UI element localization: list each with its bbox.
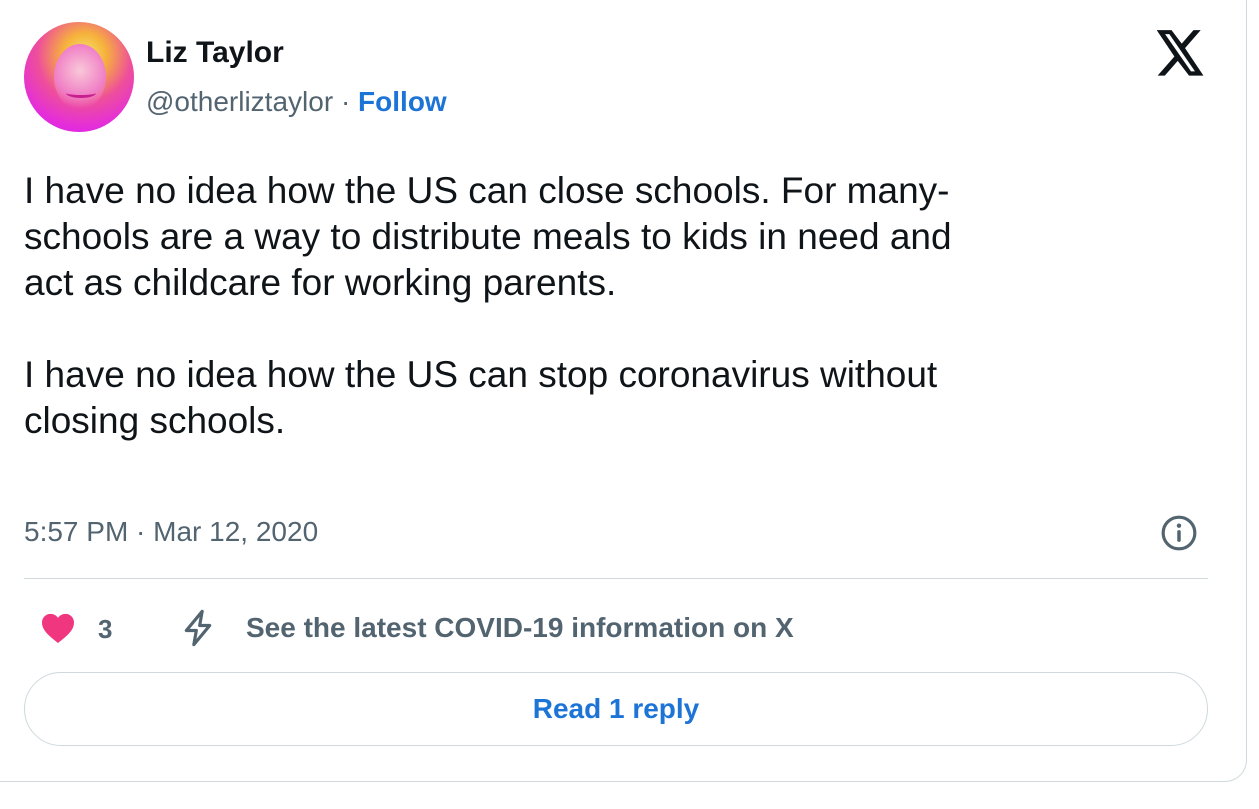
lightning-bolt-icon[interactable] — [178, 608, 218, 648]
x-logo-icon[interactable] — [1154, 30, 1206, 78]
follow-button[interactable]: Follow — [358, 86, 447, 117]
handle-separator: · — [340, 86, 351, 117]
author-handle[interactable]: @otherliztaylor — [146, 86, 333, 117]
like-count[interactable]: 3 — [98, 614, 112, 645]
tweet-timestamp[interactable]: 5:57 PM · Mar 12, 2020 — [24, 516, 318, 548]
info-icon[interactable] — [1160, 514, 1198, 552]
read-replies-button[interactable]: Read 1 reply — [24, 672, 1208, 746]
divider — [24, 578, 1208, 579]
covid-info-link[interactable]: See the latest COVID-19 information on X — [246, 612, 794, 644]
heart-icon[interactable] — [40, 612, 76, 644]
avatar-face — [54, 44, 106, 110]
avatar[interactable] — [24, 22, 134, 132]
tweet-card: Liz Taylor @otherliztaylor · Follow I ha… — [0, 0, 1247, 782]
author-name[interactable]: Liz Taylor — [146, 36, 284, 70]
tweet-text: I have no idea how the US can close scho… — [24, 170, 952, 441]
author-handle-row: @otherliztaylor · Follow — [146, 86, 447, 118]
action-bar: 3 See the latest COVID-19 information on… — [24, 606, 1208, 650]
avatar-smile — [66, 88, 96, 98]
